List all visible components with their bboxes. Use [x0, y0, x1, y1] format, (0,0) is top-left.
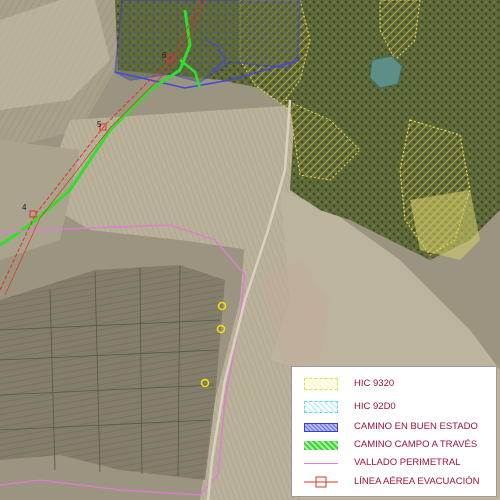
- legend-row-camino-campo-traves: CAMINO CAMPO A TRAVÉS: [292, 437, 498, 455]
- solar-plant-area: [0, 265, 225, 480]
- legend-row-hic-92d0: HIC 92D0: [292, 399, 498, 417]
- hic-9320-swatch-icon: [304, 378, 338, 390]
- support-label: 4: [22, 203, 27, 212]
- legend-row-vallado-perimetral: VALLADO PERIMETRAL: [292, 455, 498, 473]
- legend-label: CAMINO CAMPO A TRAVÉS: [354, 439, 478, 450]
- support-label: 6: [162, 51, 167, 60]
- legend-row-camino-buen-estado: CAMINO EN BUEN ESTADO: [292, 419, 498, 437]
- camino-buen-estado-swatch-icon: [304, 423, 338, 432]
- hic-92d0-swatch-icon: [304, 401, 338, 413]
- legend-label: LÍNEA AÉREA EVACUACIÓN: [354, 476, 480, 487]
- support-label: 5: [97, 120, 102, 129]
- legend-label: HIC 9320: [354, 378, 395, 389]
- map-legend: HIC 9320 HIC 92D0 CAMINO EN BUEN ESTADO …: [291, 366, 497, 497]
- vallado-perimetral-swatch-icon: [304, 463, 338, 464]
- legend-row-linea-aerea-evacuacion: LÍNEA AÉREA EVACUACIÓN: [292, 474, 498, 492]
- camino-campo-traves-swatch-icon: [304, 441, 338, 450]
- legend-label: HIC 92D0: [354, 401, 396, 412]
- linea-aerea-evacuacion-swatch-icon: [304, 475, 338, 489]
- legend-row-hic-9320: HIC 9320: [292, 376, 498, 394]
- reservoir: [369, 55, 403, 89]
- hic-9320-area-southeast: [410, 190, 480, 260]
- legend-label: CAMINO EN BUEN ESTADO: [354, 421, 478, 432]
- legend-label: VALLADO PERIMETRAL: [354, 457, 461, 468]
